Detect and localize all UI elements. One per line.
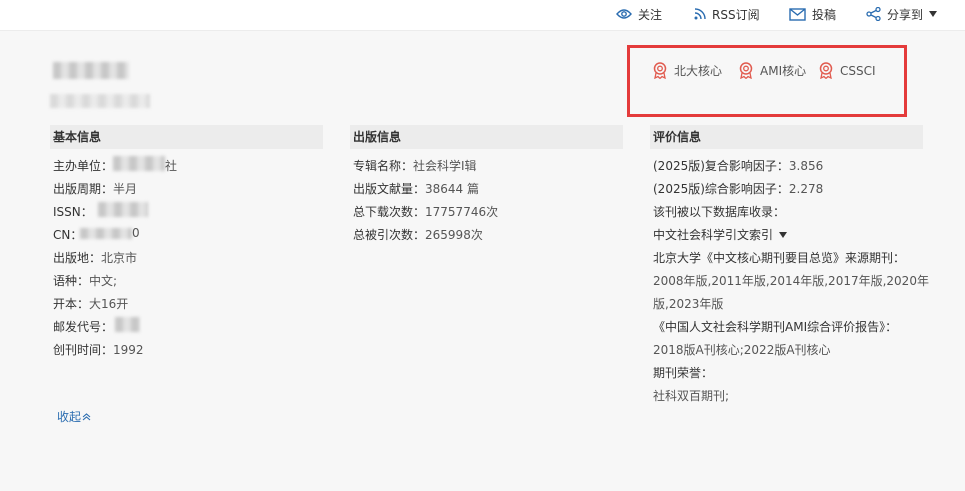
cn-value-redacted	[80, 228, 132, 239]
composite-if-value: 3.856	[788, 159, 824, 173]
docs-row: 出版文献量：38644 篇	[353, 180, 479, 197]
cycle-row: 出版周期：半月	[53, 180, 137, 197]
caret-down-icon	[929, 11, 938, 17]
pku-years-line1: 2008年版,2011年版,2014年版,2017年版,2020年	[653, 274, 929, 288]
lang-value: 中文;	[89, 274, 118, 288]
downloads-row: 总下载次数：17757746次	[353, 203, 498, 220]
caret-down-icon	[779, 231, 788, 238]
postal-value-redacted	[115, 317, 140, 332]
comprehensive-if-row: (2025版)综合影响因子：2.278	[653, 180, 823, 197]
badge-label: CSSCI	[840, 63, 876, 78]
founded-row: 创刊时间：1992	[53, 341, 144, 358]
place-value: 北京市	[101, 251, 138, 265]
postal-row: 邮发代号：	[53, 318, 113, 335]
issn-value-redacted	[98, 202, 148, 217]
citations-label: 总被引次数：	[353, 228, 426, 242]
badge-cssci: CSSCI	[818, 62, 876, 79]
cn-row: CN：	[53, 226, 82, 243]
citations-row: 总被引次数：265998次	[353, 226, 483, 243]
founded-label: 创刊时间：	[53, 343, 114, 357]
journal-title-redacted	[53, 62, 129, 79]
submit-button[interactable]: 投稿	[789, 0, 836, 28]
cycle-value: 半月	[113, 182, 138, 196]
place-row: 出版地：北京市	[53, 249, 137, 266]
pku-years-line2: 版,2023年版	[653, 297, 724, 311]
sponsor-row: 主办单位：	[53, 157, 113, 174]
cn-label: CN：	[53, 228, 83, 242]
format-value: 大16开	[89, 297, 129, 311]
format-label: 开本：	[53, 297, 90, 311]
share-label: 分享到	[887, 7, 924, 22]
citations-value: 265998次	[425, 228, 483, 242]
place-label: 出版地：	[53, 251, 102, 265]
cycle-label: 出版周期：	[53, 182, 114, 196]
envelope-icon	[789, 7, 806, 21]
badge-ami-core: AMI核心	[738, 62, 806, 79]
share-icon	[866, 7, 881, 21]
follow-button[interactable]: 关注	[616, 0, 662, 28]
ami-label: 《中国人文社会科学期刊AMI综合评价报告》：	[653, 320, 898, 334]
issn-row: ISSN：	[53, 203, 93, 220]
comprehensive-if-value: 2.278	[788, 182, 824, 196]
db-label: 该刊被以下数据库收录：	[653, 205, 786, 219]
series-row: 专辑名称：社会科学Ⅰ辑	[353, 157, 477, 174]
award-icon	[739, 62, 753, 79]
founded-value: 1992	[113, 343, 144, 357]
pku-label: 北京大学《中文核心期刊要目总览》来源期刊：	[653, 251, 906, 265]
submit-label: 投稿	[812, 7, 837, 22]
honor-value: 社科双百期刊;	[653, 389, 730, 403]
eye-icon	[616, 9, 632, 19]
lang-label: 语种：	[53, 274, 90, 288]
award-icon	[653, 62, 667, 79]
collapse-label: 收起	[57, 410, 82, 424]
basic-info-heading: 基本信息	[50, 125, 323, 149]
postal-label: 邮发代号：	[53, 320, 114, 334]
top-toolbar: 关注 RSS订阅 投稿 分享到	[0, 0, 965, 31]
comprehensive-if-label: (2025版)综合影响因子：	[653, 182, 789, 196]
docs-value: 38644 篇	[425, 182, 480, 196]
composite-if-row: (2025版)复合影响因子：3.856	[653, 157, 823, 174]
publish-info-heading: 出版信息	[350, 125, 623, 149]
downloads-value: 17757746次	[425, 205, 499, 219]
rss-icon	[694, 8, 706, 20]
rss-label: RSS订阅	[712, 7, 760, 22]
highlight-box	[627, 45, 907, 117]
format-row: 开本：大16开	[53, 295, 128, 312]
award-icon	[819, 62, 833, 79]
ami-value: 2018版A刊核心;2022版A刊核心	[653, 343, 831, 357]
badge-label: AMI核心	[760, 64, 807, 78]
badge-label: 北大核心	[674, 64, 723, 78]
badge-pku-core: 北大核心	[652, 62, 722, 79]
downloads-label: 总下载次数：	[353, 205, 426, 219]
follow-label: 关注	[638, 7, 663, 22]
series-label: 专辑名称：	[353, 159, 414, 173]
composite-if-label: (2025版)复合影响因子：	[653, 159, 789, 173]
lang-row: 语种：中文;	[53, 272, 117, 289]
collapse-link[interactable]: 收起	[57, 408, 91, 425]
issn-label: ISSN：	[53, 205, 93, 219]
honor-label: 期刊荣誉：	[653, 366, 714, 380]
cn-value-tail: 0	[132, 226, 140, 240]
db-value: 中文社会科学引文索引	[653, 228, 774, 242]
sponsor-value-redacted	[113, 156, 165, 171]
eval-info-heading: 评价信息	[650, 125, 923, 149]
journal-subtitle-redacted	[50, 94, 150, 108]
share-button[interactable]: 分享到	[866, 0, 938, 28]
sponsor-label: 主办单位：	[53, 159, 114, 173]
double-chevron-up-icon	[82, 413, 91, 421]
db-dropdown[interactable]: 中文社会科学引文索引	[653, 226, 788, 243]
rss-button[interactable]: RSS订阅	[694, 0, 760, 28]
series-value: 社会科学Ⅰ辑	[413, 159, 477, 173]
docs-label: 出版文献量：	[353, 182, 426, 196]
sponsor-value-tail: 社	[165, 159, 178, 173]
